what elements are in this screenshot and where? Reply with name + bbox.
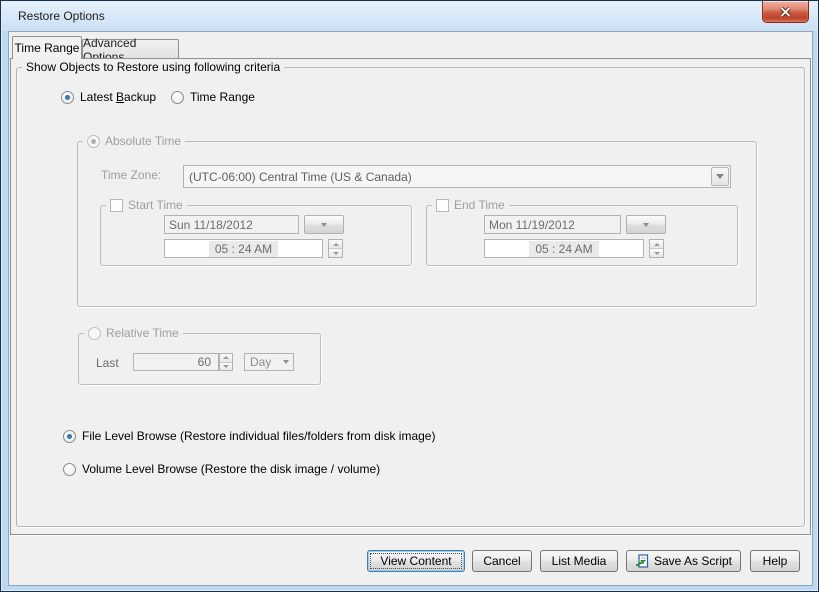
- restore-options-dialog: Restore Options Time Range Advanced Opti…: [0, 0, 819, 592]
- relative-time-option[interactable]: Relative Time: [84, 326, 183, 340]
- file-level-browse-radio[interactable]: [63, 430, 76, 443]
- close-button[interactable]: [762, 1, 809, 23]
- view-content-label: View Content: [380, 554, 451, 568]
- end-time-field[interactable]: 05 : 24 AM: [484, 239, 644, 258]
- save-as-script-icon: [635, 554, 649, 568]
- latest-backup-label: Latest Backup: [80, 90, 156, 104]
- cancel-button[interactable]: Cancel: [472, 550, 532, 572]
- list-media-button[interactable]: List Media: [540, 550, 618, 572]
- start-time-label: Start Time: [128, 198, 183, 212]
- time-zone-value: (UTC-06:00) Central Time (US & Canada): [184, 166, 710, 187]
- start-time-option[interactable]: Start Time: [106, 198, 187, 212]
- spin-down-icon[interactable]: [650, 249, 663, 257]
- time-range-radio[interactable]: [171, 91, 184, 104]
- volume-level-browse-option[interactable]: Volume Level Browse (Restore the disk im…: [63, 462, 380, 476]
- volume-level-browse-radio[interactable]: [63, 463, 76, 476]
- relative-unit-combobox[interactable]: Day: [244, 353, 294, 371]
- window-title: Restore Options: [18, 9, 105, 23]
- last-label: Last: [96, 356, 119, 370]
- start-time-field[interactable]: 05 : 24 AM: [164, 239, 323, 258]
- start-date-field[interactable]: Sun 11/18/2012: [164, 215, 299, 234]
- time-zone-dropdown-icon[interactable]: [711, 167, 729, 186]
- help-label: Help: [763, 554, 788, 568]
- cancel-label: Cancel: [483, 554, 520, 568]
- absolute-time-label: Absolute Time: [105, 134, 181, 148]
- relative-value: 60: [198, 355, 211, 369]
- save-as-script-button[interactable]: Save As Script: [626, 550, 741, 572]
- absolute-time-radio[interactable]: [87, 135, 100, 148]
- view-content-button[interactable]: View Content: [367, 550, 465, 572]
- title-bar: Restore Options: [2, 2, 817, 31]
- time-range-label: Time Range: [190, 90, 255, 104]
- time-zone-label: Time Zone:: [101, 168, 161, 182]
- relative-time-radio[interactable]: [88, 327, 101, 340]
- close-icon: [780, 7, 791, 17]
- tab-label: Time Range: [15, 41, 80, 55]
- relative-value-field[interactable]: 60: [133, 353, 219, 371]
- end-time-spinner[interactable]: [649, 239, 664, 258]
- criteria-group-title: Show Objects to Restore using following …: [22, 60, 284, 75]
- file-level-browse-label: File Level Browse (Restore individual fi…: [82, 429, 435, 443]
- file-level-browse-option[interactable]: File Level Browse (Restore individual fi…: [63, 429, 435, 443]
- spin-up-icon[interactable]: [650, 240, 663, 249]
- tab-advanced-options[interactable]: Advanced Options: [82, 39, 179, 59]
- end-date-field[interactable]: Mon 11/19/2012: [484, 215, 621, 234]
- end-date-dropdown-button[interactable]: [626, 215, 666, 234]
- unit-dropdown-icon: [283, 354, 293, 370]
- absolute-time-option[interactable]: Absolute Time: [83, 134, 185, 148]
- start-time-value: 05 : 24 AM: [209, 241, 278, 257]
- help-button[interactable]: Help: [750, 550, 800, 572]
- tab-time-range[interactable]: Time Range: [12, 36, 82, 59]
- dropdown-arrow-icon: [643, 223, 649, 227]
- start-date-dropdown-button[interactable]: [304, 215, 344, 234]
- spin-up-icon[interactable]: [220, 354, 232, 363]
- relative-unit-value: Day: [245, 354, 283, 370]
- time-zone-combobox[interactable]: (UTC-06:00) Central Time (US & Canada): [183, 165, 731, 188]
- dropdown-arrow-icon: [321, 223, 327, 227]
- latest-backup-radio[interactable]: [61, 91, 74, 104]
- start-time-spinner[interactable]: [328, 239, 343, 258]
- start-time-checkbox[interactable]: [110, 199, 123, 212]
- end-time-value: 05 : 24 AM: [529, 241, 598, 257]
- spin-down-icon[interactable]: [220, 363, 232, 371]
- save-as-script-label: Save As Script: [654, 554, 732, 568]
- end-date-value: Mon 11/19/2012: [489, 218, 575, 232]
- volume-level-browse-label: Volume Level Browse (Restore the disk im…: [82, 462, 380, 476]
- spin-down-icon[interactable]: [329, 249, 342, 257]
- relative-time-label: Relative Time: [106, 326, 179, 340]
- start-date-value: Sun 11/18/2012: [169, 218, 253, 232]
- relative-value-spinner[interactable]: [219, 353, 233, 371]
- list-media-label: List Media: [552, 554, 607, 568]
- end-time-option[interactable]: End Time: [432, 198, 509, 212]
- end-time-checkbox[interactable]: [436, 199, 449, 212]
- end-time-label: End Time: [454, 198, 505, 212]
- spin-up-icon[interactable]: [329, 240, 342, 249]
- time-range-option[interactable]: Time Range: [171, 90, 255, 104]
- latest-backup-option[interactable]: Latest Backup: [61, 90, 156, 104]
